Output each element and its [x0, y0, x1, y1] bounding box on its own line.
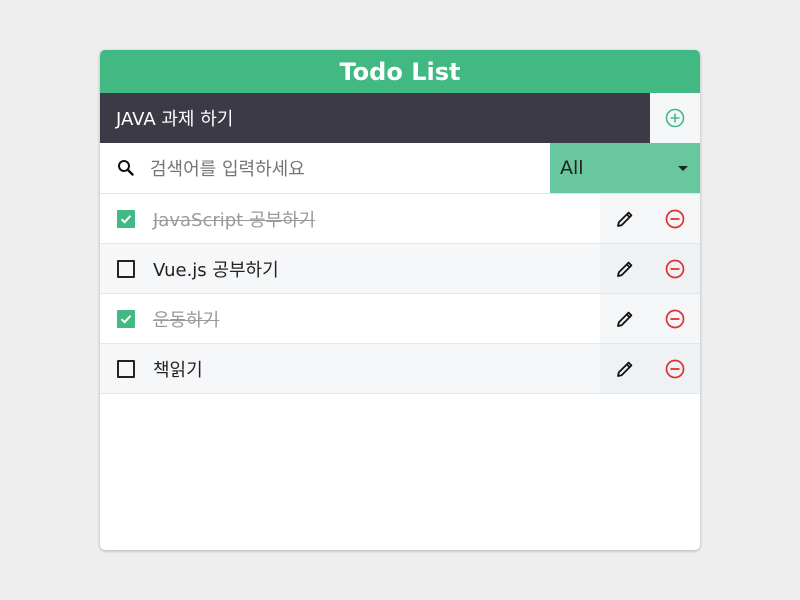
search-placeholder: 검색어를 입력하세요 [150, 159, 305, 180]
filter-selected-value: All [560, 157, 584, 179]
edit-button[interactable] [600, 244, 650, 293]
pencil-icon [615, 309, 635, 329]
delete-button[interactable] [650, 294, 700, 343]
todo-text: 운동하기 [153, 309, 220, 331]
todo-item: Vue.js 공부하기 [100, 244, 700, 294]
chevron-down-icon [678, 165, 688, 171]
pencil-icon [615, 359, 635, 379]
pencil-icon [615, 259, 635, 279]
todo-item: JavaScript 공부하기 [100, 194, 700, 244]
edit-button[interactable] [600, 344, 650, 393]
app-title: Todo List [339, 57, 461, 86]
todo-main: Vue.js 공부하기 [100, 244, 600, 293]
todo-checkbox[interactable] [117, 209, 135, 228]
minus-circle-icon [665, 209, 685, 229]
delete-button[interactable] [650, 244, 700, 293]
todo-checkbox[interactable] [117, 309, 135, 328]
plus-circle-icon [665, 108, 685, 128]
todo-actions [600, 294, 700, 343]
new-todo-value: JAVA 과제 하기 [116, 109, 234, 130]
todo-text: 책읽기 [153, 359, 203, 381]
delete-button[interactable] [650, 344, 700, 393]
todo-item: 운동하기 [100, 294, 700, 344]
minus-circle-icon [665, 259, 685, 279]
check-icon [119, 212, 133, 226]
todo-card: Todo List JAVA 과제 하기 검색어를 입력하세요 All Java… [100, 50, 700, 550]
todo-main: 책읽기 [100, 344, 600, 393]
todo-actions [600, 194, 700, 243]
edit-button[interactable] [600, 294, 650, 343]
todo-checkbox[interactable] [117, 259, 135, 278]
filter-select[interactable]: All [550, 143, 700, 193]
minus-circle-icon [665, 359, 685, 379]
todo-list: JavaScript 공부하기 Vue.js 공부하기운동하기책읽기 [100, 194, 700, 394]
todo-actions [600, 344, 700, 393]
add-todo-button[interactable] [650, 93, 700, 143]
todo-text: Vue.js 공부하기 [153, 259, 279, 281]
app-header: Todo List [100, 50, 700, 93]
delete-button[interactable] [650, 194, 700, 243]
todo-item: 책읽기 [100, 344, 700, 394]
search-row: 검색어를 입력하세요 All [100, 143, 700, 194]
search-input[interactable]: 검색어를 입력하세요 [100, 143, 550, 193]
todo-actions [600, 244, 700, 293]
new-todo-input[interactable]: JAVA 과제 하기 [100, 93, 650, 143]
minus-circle-icon [665, 309, 685, 329]
edit-button[interactable] [600, 194, 650, 243]
pencil-icon [615, 209, 635, 229]
new-todo-row: JAVA 과제 하기 [100, 93, 700, 143]
check-icon [119, 312, 133, 326]
todo-checkbox[interactable] [117, 359, 135, 378]
todo-text: JavaScript 공부하기 [153, 209, 316, 231]
todo-main: JavaScript 공부하기 [100, 194, 600, 243]
todo-main: 운동하기 [100, 294, 600, 343]
search-icon [116, 158, 136, 178]
